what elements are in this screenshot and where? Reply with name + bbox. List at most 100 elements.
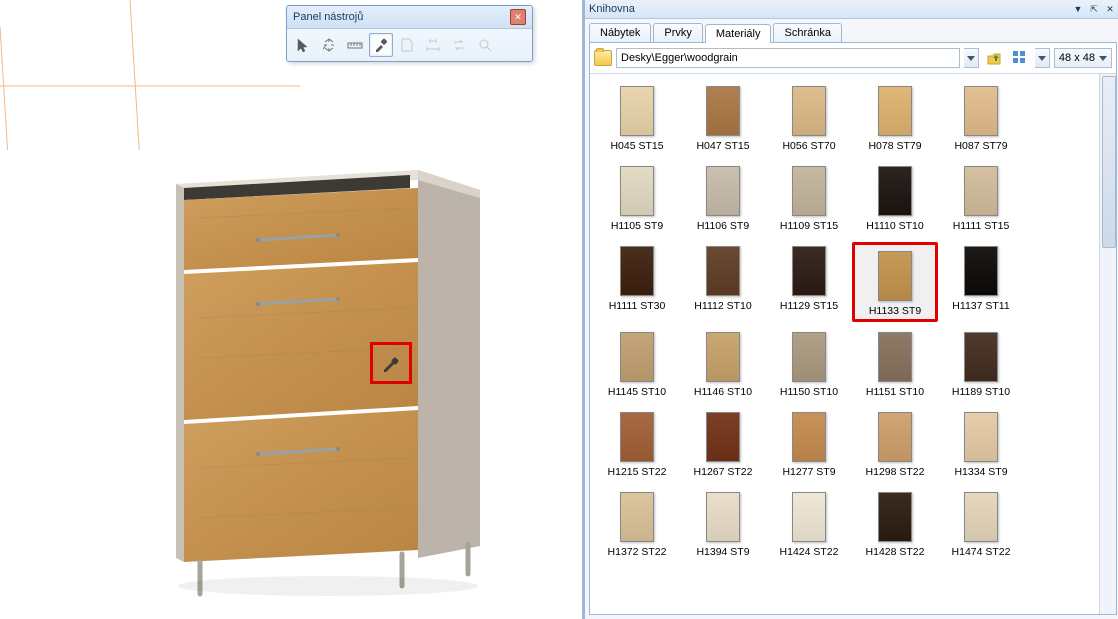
swatch-thumbnail: [964, 246, 998, 296]
tab-materialy[interactable]: Materiály: [705, 24, 772, 43]
tab-prvky[interactable]: Prvky: [653, 23, 703, 42]
close-icon[interactable]: ✕: [510, 9, 526, 25]
view-mode-dropdown[interactable]: [1035, 48, 1050, 68]
swatch-thumbnail: [620, 492, 654, 542]
swatch-label: H1267 ST22: [694, 466, 753, 478]
swatch-H047-ST15[interactable]: H047 ST15: [680, 86, 766, 152]
swatch-thumbnail: [792, 492, 826, 542]
swatch-label: H1109 ST15: [780, 220, 838, 232]
swatch-grid[interactable]: H045 ST15 H047 ST15H056 ST70H078 ST79 H087…: [590, 74, 1099, 614]
swatch-thumbnail: [964, 166, 998, 216]
path-input[interactable]: Desky\Egger\woodgrain: [616, 48, 960, 68]
swatch-H1146-ST10[interactable]: H1146 ST10: [680, 332, 766, 398]
path-bar: Desky\Egger\woodgrain 48 x 48: [590, 43, 1116, 74]
swatch-thumbnail: [706, 166, 740, 216]
path-dropdown[interactable]: [964, 48, 979, 68]
swatch-H1372-ST22[interactable]: H1372 ST22: [594, 492, 680, 558]
swatch-label: H1146 ST10: [694, 386, 752, 398]
swatch-H1424-ST22[interactable]: H1424 ST22: [766, 492, 852, 558]
swatch-H1474-ST22[interactable]: H1474 ST22: [938, 492, 1024, 558]
swatch-thumbnail: [706, 86, 740, 136]
swatch-H1111-ST15[interactable]: H1111 ST15: [938, 166, 1024, 232]
measure-tool-button[interactable]: [317, 33, 341, 57]
swatch-thumbnail: [878, 166, 912, 216]
library-titlebar[interactable]: Knihovna ▼ ⇱ ✕: [585, 0, 1118, 19]
swatch-H087-ST79[interactable]: H087 ST79: [938, 86, 1024, 152]
close-icon[interactable]: ✕: [1103, 3, 1117, 15]
swatch-thumbnail: [964, 492, 998, 542]
swatch-label: H045 ST15: [610, 140, 663, 152]
swatch-H1111-ST30[interactable]: H1111 ST30: [594, 246, 680, 318]
swatch-label: H1111 ST30: [609, 300, 666, 312]
eyedropper-tool-button[interactable]: [369, 33, 393, 57]
swatch-thumbnail: [792, 246, 826, 296]
swatch-label: H1111 ST15: [953, 220, 1010, 232]
swatch-H1112-ST10[interactable]: H1112 ST10: [680, 246, 766, 318]
swatch-label: H1151 ST10: [866, 386, 924, 398]
eyedropper-highlight: [370, 342, 412, 384]
swatch-label: H1150 ST10: [780, 386, 838, 398]
swatch-H1189-ST10[interactable]: H1189 ST10: [938, 332, 1024, 398]
tab-schranka[interactable]: Schránka: [773, 23, 841, 42]
swatch-H1277-ST9[interactable]: H1277 ST9: [766, 412, 852, 478]
swatch-thumbnail: [620, 332, 654, 382]
swatch-label: H1474 ST22: [952, 546, 1011, 558]
swatch-label: H1215 ST22: [608, 466, 667, 478]
tab-nabytek[interactable]: Nábytek: [589, 23, 651, 42]
swatch-H1129-ST15[interactable]: H1129 ST15: [766, 246, 852, 318]
swatch-thumbnail: [878, 492, 912, 542]
swatch-label: H1106 ST9: [697, 220, 749, 232]
swatch-label: H087 ST79: [954, 140, 1007, 152]
swatch-thumbnail: [706, 246, 740, 296]
pin-icon[interactable]: ⇱: [1087, 3, 1101, 15]
swatch-H1145-ST10[interactable]: H1145 ST10: [594, 332, 680, 398]
swatch-H1110-ST10[interactable]: H1110 ST10: [852, 166, 938, 232]
swatch-H045-ST15[interactable]: H045 ST15: [594, 86, 680, 152]
swatch-H1298-ST22[interactable]: H1298 ST22: [852, 412, 938, 478]
swatch-thumbnail: [792, 86, 826, 136]
tool-panel-titlebar[interactable]: Panel nástrojů ✕: [287, 6, 532, 29]
swatch-H1106-ST9[interactable]: H1106 ST9: [680, 166, 766, 232]
swatch-thumbnail: [620, 86, 654, 136]
swatch-label: H1145 ST10: [608, 386, 666, 398]
thumb-size-selector[interactable]: 48 x 48: [1054, 48, 1112, 68]
scrollbar-thumb[interactable]: [1102, 76, 1116, 248]
swatch-label: H1137 ST11: [952, 300, 1009, 312]
swatch-label: H1334 ST9: [954, 466, 1007, 478]
vertical-scrollbar[interactable]: [1099, 74, 1116, 614]
swatch-H1151-ST10[interactable]: H1151 ST10: [852, 332, 938, 398]
swatch-H1215-ST22[interactable]: H1215 ST22: [594, 412, 680, 478]
swatch-thumbnail: [706, 412, 740, 462]
swatch-H1267-ST22[interactable]: H1267 ST22: [680, 412, 766, 478]
swatch-H1137-ST11[interactable]: H1137 ST11: [938, 246, 1024, 318]
tool-panel[interactable]: Panel nástrojů ✕: [286, 5, 533, 62]
swatch-thumbnail: [964, 412, 998, 462]
swatch-thumbnail: [706, 332, 740, 382]
swatch-thumbnail: [620, 246, 654, 296]
cabinet-model[interactable]: [158, 158, 498, 598]
viewport-3d[interactable]: [0, 0, 582, 619]
up-folder-button[interactable]: [983, 47, 1005, 69]
swatch-H078-ST79[interactable]: H078 ST79: [852, 86, 938, 152]
dropdown-icon[interactable]: ▼: [1071, 3, 1085, 15]
cursor-tool-button[interactable]: [291, 33, 315, 57]
swatch-thumbnail: [878, 412, 912, 462]
swatch-H1334-ST9[interactable]: H1334 ST9: [938, 412, 1024, 478]
swatch-label: H1424 ST22: [780, 546, 839, 558]
swatch-thumbnail: [878, 251, 912, 301]
swatch-H1150-ST10[interactable]: H1150 ST10: [766, 332, 852, 398]
swatch-thumbnail: [706, 492, 740, 542]
swap-tool-button: [447, 33, 471, 57]
swatch-H1109-ST15[interactable]: H1109 ST15: [766, 166, 852, 232]
swatch-H1133-ST9[interactable]: H1133 ST9: [852, 242, 938, 322]
swatch-H1394-ST9[interactable]: H1394 ST9: [680, 492, 766, 558]
view-mode-button[interactable]: [1009, 47, 1031, 69]
tab-body-materials: Desky\Egger\woodgrain 48 x 48 H045 ST15H…: [589, 42, 1117, 615]
swatch-thumbnail: [620, 412, 654, 462]
ruler-tool-button[interactable]: [343, 33, 367, 57]
floor-grid: [0, 0, 300, 150]
swatch-label: H1110 ST10: [866, 220, 923, 232]
swatch-H1428-ST22[interactable]: H1428 ST22: [852, 492, 938, 558]
swatch-H1105-ST9[interactable]: H1105 ST9: [594, 166, 680, 232]
swatch-H056-ST70[interactable]: H056 ST70: [766, 86, 852, 152]
